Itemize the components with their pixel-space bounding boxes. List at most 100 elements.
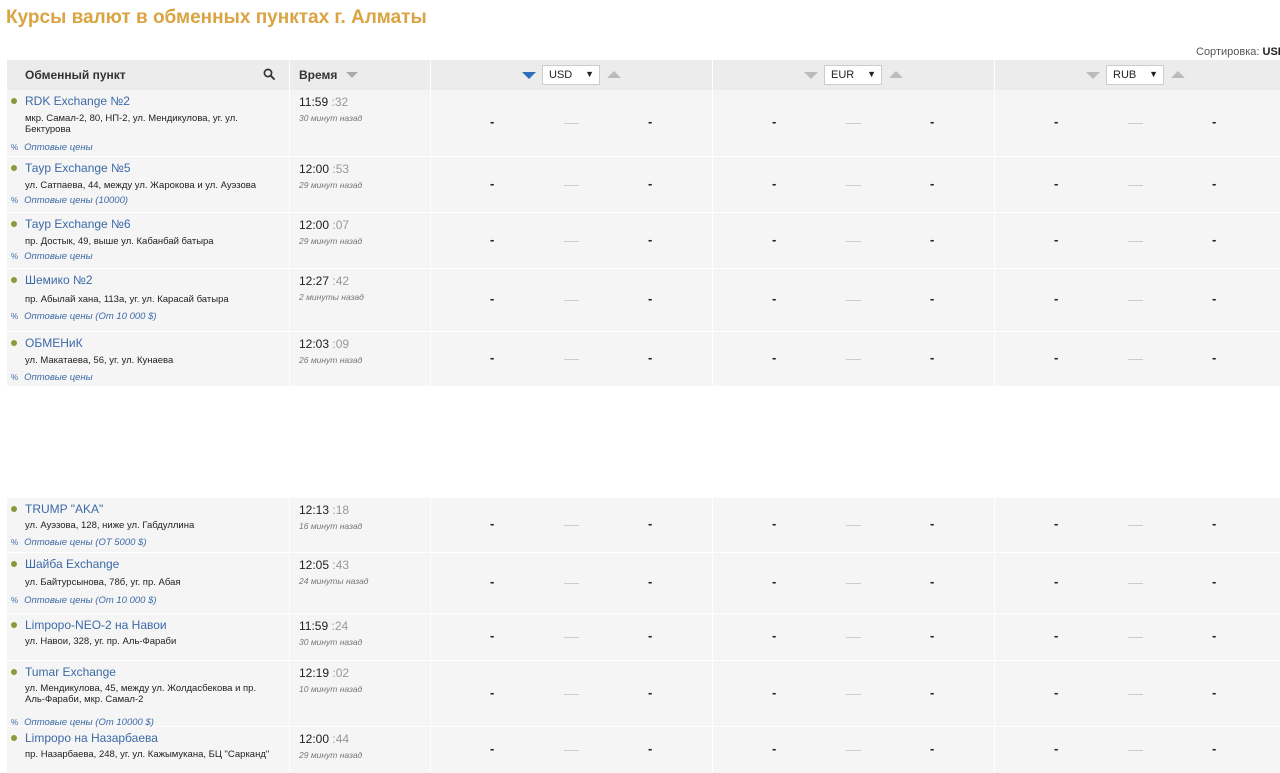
sell-rate: -: [930, 628, 935, 643]
sell-rate: -: [648, 628, 653, 643]
sort-eur-asc-icon[interactable]: [889, 71, 903, 78]
wholesale-prices-link[interactable]: % Оптовые цены: [11, 372, 93, 383]
sell-rate: -: [930, 516, 935, 531]
select-caret-icon: ▼: [1149, 69, 1158, 79]
time-cell: 12:00 :53 29 минут назад: [289, 157, 430, 212]
rate-separator: [846, 583, 861, 584]
update-time-sec: :42: [332, 274, 350, 288]
percent-icon: %: [11, 373, 19, 382]
buy-rate: -: [772, 741, 777, 756]
buy-rate: -: [1054, 628, 1059, 643]
rate-cell: --: [430, 498, 712, 552]
wholesale-prices-link[interactable]: % Оптовые цены (ОТ 5000 $): [11, 537, 147, 548]
rate-separator: [1128, 694, 1143, 695]
rate-separator: [846, 300, 861, 301]
rate-cell: --: [430, 269, 712, 331]
exchange-point-link[interactable]: Tumar Exchange: [25, 665, 116, 679]
time-ago: 29 минут назад: [299, 180, 363, 190]
buy-rate: -: [772, 574, 777, 589]
update-time-hm: 11:59: [299, 619, 329, 633]
update-time: 11:59 :32: [299, 95, 348, 109]
buy-rate: -: [490, 176, 495, 191]
rate-cell: --: [430, 90, 712, 156]
wholesale-label: Оптовые цены: [24, 142, 93, 153]
wholesale-label: Оптовые цены: [24, 251, 93, 262]
header-currency-eur: EUR ▼: [712, 60, 994, 90]
wholesale-prices-link[interactable]: % Оптовые цены (От 10 000 $): [11, 595, 157, 606]
wholesale-prices-link[interactable]: % Оптовые цены (От 10 000 $): [11, 311, 157, 322]
update-time-sec: :07: [332, 218, 350, 232]
sort-rub-desc-icon[interactable]: [1086, 72, 1100, 79]
rate-separator: [846, 637, 861, 638]
rate-cell: --: [430, 332, 712, 386]
sort-usd-asc-icon[interactable]: [607, 71, 621, 78]
update-time-hm: 11:59: [299, 95, 329, 109]
time-cell: 12:19 :02 10 минут назад: [289, 661, 430, 726]
currency-select-3[interactable]: RUB ▼: [1106, 65, 1164, 85]
sell-rate: -: [930, 176, 935, 191]
rate-cell: --: [994, 498, 1276, 552]
rate-separator: [1128, 750, 1143, 751]
currency-select-1[interactable]: USD ▼: [542, 65, 600, 85]
update-time-hm: 12:13: [299, 503, 330, 517]
update-time-hm: 12:00: [299, 218, 330, 232]
exchange-point-address: ул. Байтурсынова, 78б, уг. пр. Абая: [25, 577, 181, 588]
sort-usd-desc-icon[interactable]: [522, 72, 536, 79]
select-caret-icon: ▼: [867, 69, 876, 79]
rate-separator: [1128, 185, 1143, 186]
exchange-point-link[interactable]: Limpopo-NEO-2 на Навои: [25, 618, 167, 632]
wholesale-prices-link[interactable]: % Оптовые цены: [11, 251, 93, 262]
sort-eur-desc-icon[interactable]: [804, 72, 818, 79]
update-time: 12:00 :53: [299, 162, 349, 176]
sort-rub-asc-icon[interactable]: [1171, 71, 1185, 78]
exchange-point-link[interactable]: Шайба Exchange: [25, 557, 119, 571]
status-dot-icon: [11, 506, 17, 512]
buy-rate: -: [1054, 741, 1059, 756]
currency-select-2[interactable]: EUR ▼: [824, 65, 882, 85]
rate-separator: [846, 750, 861, 751]
rate-separator: [846, 185, 861, 186]
sort-control[interactable]: Сортировка: USI: [1196, 46, 1280, 58]
exchange-point-link[interactable]: Тауp Exchange №5: [25, 161, 131, 175]
sell-rate: -: [648, 176, 653, 191]
header-time[interactable]: Время: [289, 60, 430, 90]
buy-rate: -: [772, 685, 777, 700]
wholesale-prices-link[interactable]: % Оптовые цены (10000): [11, 195, 128, 206]
update-time-hm: 12:05: [299, 558, 330, 572]
table-header: Обменный пункт Время USD ▼ EUR ▼ RUB ▼: [7, 60, 1280, 90]
exchange-point-link[interactable]: Тауp Exchange №6: [25, 217, 131, 231]
sort-time-desc-icon[interactable]: [346, 72, 358, 78]
time-cell: 12:00 :44 29 минут назад: [289, 727, 430, 773]
rate-separator: [846, 241, 861, 242]
table-row: ОБМЕНиК ул. Макатаева, 56, уг. ул. Кунаев…: [7, 332, 1280, 386]
table-row: Тауp Exchange №6 пр. Достык, 49, выше ул.…: [7, 213, 1280, 268]
exchange-point-link[interactable]: RDK Exchange №2: [25, 94, 130, 108]
sell-rate: -: [648, 741, 653, 756]
rate-cell: --: [430, 661, 712, 726]
wholesale-prices-link[interactable]: % Оптовые цены: [11, 142, 93, 153]
percent-icon: %: [11, 143, 19, 152]
update-time-sec: :02: [332, 666, 350, 680]
exchange-point-link[interactable]: Шемико №2: [25, 273, 93, 287]
search-icon[interactable]: [263, 68, 275, 80]
rate-cell: --: [430, 727, 712, 773]
rate-cell: --: [712, 614, 994, 660]
currency-select-2-value: EUR: [831, 69, 855, 81]
table-row: Шемико №2 пр. Абылай хана, 113а, уг. ул. …: [7, 269, 1280, 331]
status-dot-icon: [11, 277, 17, 283]
exchange-point-link[interactable]: Limpopo на Назарбаева: [25, 731, 158, 745]
header-point-label: Обменный пункт: [25, 68, 126, 82]
rate-cell: --: [712, 332, 994, 386]
update-time-sec: :24: [331, 619, 349, 633]
update-time-hm: 12:00: [299, 162, 330, 176]
rate-separator: [564, 241, 579, 242]
exchange-point-cell: Тауp Exchange №6 пр. Достык, 49, выше ул.…: [7, 213, 289, 268]
table-row: Шайба Exchange ул. Байтурсынова, 78б, уг.…: [7, 553, 1280, 613]
status-dot-icon: [11, 669, 17, 675]
sell-rate: -: [1212, 685, 1217, 700]
exchange-point-link[interactable]: TRUMP "AKA": [25, 502, 103, 516]
buy-rate: -: [490, 741, 495, 756]
sell-rate: -: [1212, 628, 1217, 643]
exchange-point-link[interactable]: ОБМЕНиК: [25, 336, 83, 350]
sort-value[interactable]: USI: [1263, 46, 1280, 58]
